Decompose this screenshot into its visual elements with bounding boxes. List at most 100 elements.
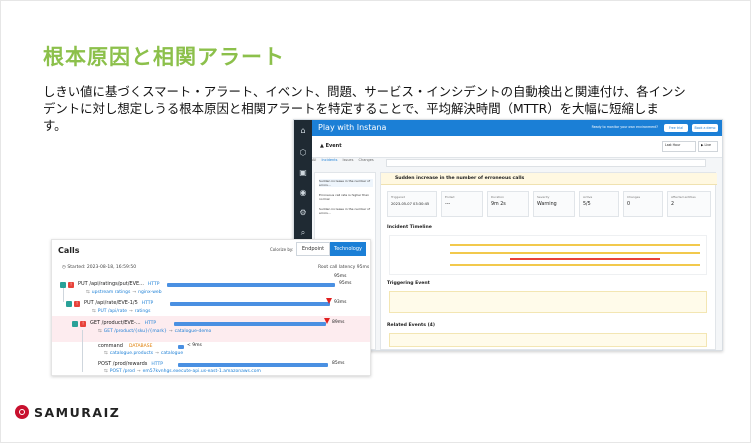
call-name[interactable]: command DATABASE [98, 343, 152, 349]
route-from: GET /product/{sku}/{mark} [103, 329, 167, 334]
route-to: em57kvnhgs.execute-api.us-east-1.amazona… [142, 369, 261, 374]
route-to: ratings [134, 309, 151, 314]
route-from: PUT /api/rate [97, 309, 128, 314]
trial-prompt: Ready to monitor your own environment? [591, 125, 658, 129]
kpi-ended: Ended --- [441, 191, 483, 217]
kpi-value: 2 [671, 202, 675, 207]
kpi-value: 2023-05-07 03:30:45 [391, 202, 430, 206]
related-event-row[interactable] [389, 333, 707, 347]
calls-title: Calls [58, 246, 80, 255]
route-from: upstream ratings [91, 290, 131, 295]
call-route: ⇆ upstream ratings → nginx-web [86, 290, 162, 295]
call-latency: 95ms [339, 281, 352, 286]
incident-title: Sudden increase in the number of erroneo… [395, 176, 525, 181]
call-name[interactable]: POST /prod/rewards HTTP [98, 361, 163, 367]
kpi-value: 0 [627, 202, 631, 207]
kpi-triggered: Triggered 2023-05-07 03:30:45 [387, 191, 437, 217]
tree-line [82, 330, 83, 372]
call-name[interactable]: GET /product/EVE-... HTTP [90, 320, 156, 326]
tab-incidents[interactable]: Incidents [321, 158, 337, 162]
colorize-endpoint-button[interactable]: Endpoint [296, 242, 330, 256]
call-label: POST /prod/rewards [98, 361, 148, 367]
route-from: POST /prod [109, 369, 135, 374]
time-range-value: Last Hour [665, 143, 681, 147]
root-latency: Root call latency 95ms [318, 265, 370, 270]
samuraiz-logo-text: SAMURAIZ [34, 404, 121, 420]
kpi-label: Duration [491, 195, 505, 199]
tab-all[interactable]: All [312, 158, 316, 162]
slide-title: 根本原因と相関アラート [43, 45, 285, 69]
error-icon: ! [68, 282, 74, 288]
call-name[interactable]: PUT /api/ratings/put/EVE... HTTP [78, 281, 159, 287]
latency-bar [178, 345, 184, 349]
event-title: ▲ Event [320, 143, 342, 149]
triggering-event-row[interactable] [389, 291, 707, 313]
home-icon: ⌂ [300, 126, 306, 135]
call-tech: HTTP [151, 362, 163, 367]
book-demo-button[interactable]: Book a demo [692, 124, 718, 132]
list-item[interactable]: Sudden increase in the number of errors.… [319, 179, 373, 187]
latency-bar [167, 283, 335, 287]
event-toolbar: ▲ Event Last Hour ▶ Live [312, 136, 722, 158]
error-icon: ! [80, 321, 86, 327]
event-tabs: All Incidents Issues Changes [312, 158, 382, 168]
call-label: PUT /api/ratings/put/EVE... [78, 281, 144, 287]
samuraiz-logo-icon [15, 405, 29, 419]
live-label: Live [704, 143, 711, 147]
live-button[interactable]: ▶ Live [698, 141, 718, 152]
free-trial-button[interactable]: Free trial [664, 124, 688, 132]
timeline-heading: Incident Timeline [387, 225, 432, 230]
tab-issues[interactable]: Issues [343, 158, 354, 162]
route-to: nginx-web [138, 290, 162, 295]
events-icon: ◉ [299, 188, 307, 197]
apps-icon: ⬡ [299, 148, 307, 157]
collapse-toggle[interactable] [72, 321, 78, 327]
event-search-input[interactable] [386, 159, 706, 167]
kpi-label: Severity [537, 195, 550, 199]
list-item[interactable]: Erroneous call rate is higher than norma… [319, 193, 373, 201]
collapse-toggle[interactable] [66, 301, 72, 307]
tree-line [63, 288, 64, 302]
kpi-label: Ended [445, 195, 455, 199]
slide: 根本原因と相関アラート しきい値に基づくスマート・アラート、イベント、問題、サー… [0, 0, 751, 443]
kpi-changes: Changes 0 [623, 191, 663, 217]
route-to: catalogue-demo [174, 329, 212, 334]
kpi-value: --- [445, 202, 451, 207]
tab-changes[interactable]: Changes [359, 158, 374, 162]
latency-axis-label: 95ms [334, 274, 347, 279]
timeline-bar [450, 264, 700, 266]
list-item[interactable]: Sudden increase in the number of errors.… [319, 207, 373, 215]
timeline-bar [450, 244, 700, 246]
time-range-picker[interactable]: Last Hour [662, 141, 696, 152]
search-icon: ⌕ [300, 228, 306, 237]
colorize-technology-button[interactable]: Technology [330, 242, 366, 256]
error-marker [324, 318, 330, 324]
kpi-duration: Duration 9m 2s [487, 191, 529, 217]
call-latency: 93ms [334, 300, 347, 305]
latency-bar [178, 363, 328, 367]
started-text: Started: 2023-08-18, 16:59:50 [67, 265, 137, 270]
call-label: command [98, 343, 123, 349]
triggering-heading: Triggering Event [387, 281, 430, 286]
kpi-value: 9m 2s [491, 202, 506, 207]
samuraiz-logo: SAMURAIZ [15, 403, 120, 421]
infra-icon: ▣ [299, 168, 307, 177]
route-from: catalogue.products [109, 351, 154, 356]
app-header: Play with Instana Ready to monitor your … [312, 120, 722, 136]
call-route: ⇆ POST /prod → em57kvnhgs.execute-api.us-ea… [104, 369, 261, 374]
call-name[interactable]: PUT /api/rate/EVE-1/5 HTTP [84, 300, 153, 306]
error-marker [326, 298, 332, 304]
related-heading: Related Events (4) [387, 323, 435, 328]
call-label: PUT /api/rate/EVE-1/5 [84, 300, 138, 306]
settings-icon: ⚙ [299, 208, 307, 217]
app-header-title: Play with Instana [318, 123, 387, 132]
kpi-active: Active 5/5 [579, 191, 619, 217]
kpi-value: Warning [537, 202, 557, 207]
call-route: ⇆ GET /product/{sku}/{mark} → catalogue-dem… [98, 329, 212, 334]
call-label: GET /product/EVE-... [90, 320, 141, 326]
incident-detail: Sudden increase in the number of erroneo… [380, 172, 717, 350]
kpi-affected: Affected entities 2 [667, 191, 711, 217]
error-icon: ! [74, 301, 80, 307]
call-latency: 85ms [332, 361, 345, 366]
kpi-label: Changes [627, 195, 641, 199]
